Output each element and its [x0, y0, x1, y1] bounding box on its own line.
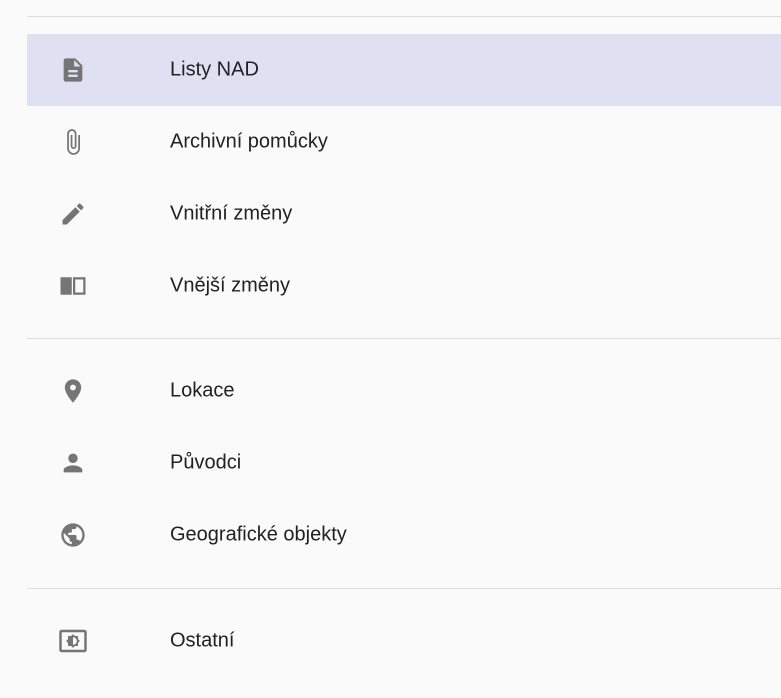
menu-item-vnejsi-zmeny[interactable]: Vnější změny [27, 250, 781, 322]
location-pin-icon [57, 375, 89, 407]
settings-brightness-icon [57, 625, 89, 657]
menu-item-label: Archivní pomůcky [170, 130, 328, 153]
book-icon [57, 270, 89, 302]
menu-item-label: Geografické objekty [170, 523, 347, 546]
menu-item-label: Vnější změny [170, 274, 291, 297]
menu-item-archivni-pomucky[interactable]: Archivní pomůcky [27, 106, 781, 178]
paperclip-icon [57, 126, 89, 158]
divider-middle [27, 338, 781, 339]
menu-item-label: Listy NAD [170, 58, 259, 81]
menu-item-ostatni[interactable]: Ostatní [27, 605, 781, 677]
menu-item-label: Vnitřní změny [170, 202, 293, 225]
menu-item-label: Lokace [170, 379, 235, 402]
pencil-icon [57, 198, 89, 230]
menu-item-geograficke-objekty[interactable]: Geografické objekty [27, 499, 781, 571]
page: Listy NAD Archivní pomůcky Vnitřní změny… [0, 0, 781, 698]
globe-icon [57, 519, 89, 551]
menu-item-vnitrni-zmeny[interactable]: Vnitřní změny [27, 178, 781, 250]
menu-item-puvodci[interactable]: Původci [27, 427, 781, 499]
document-icon [57, 54, 89, 86]
divider-top [27, 16, 781, 17]
menu-item-label: Ostatní [170, 629, 235, 652]
divider-bottom [27, 588, 781, 589]
menu-item-lokace[interactable]: Lokace [27, 355, 781, 427]
menu-item-listy-nad[interactable]: Listy NAD [27, 34, 781, 106]
navigation-menu: Listy NAD Archivní pomůcky Vnitřní změny… [27, 0, 781, 698]
menu-item-label: Původci [170, 451, 242, 474]
person-icon [57, 447, 89, 479]
